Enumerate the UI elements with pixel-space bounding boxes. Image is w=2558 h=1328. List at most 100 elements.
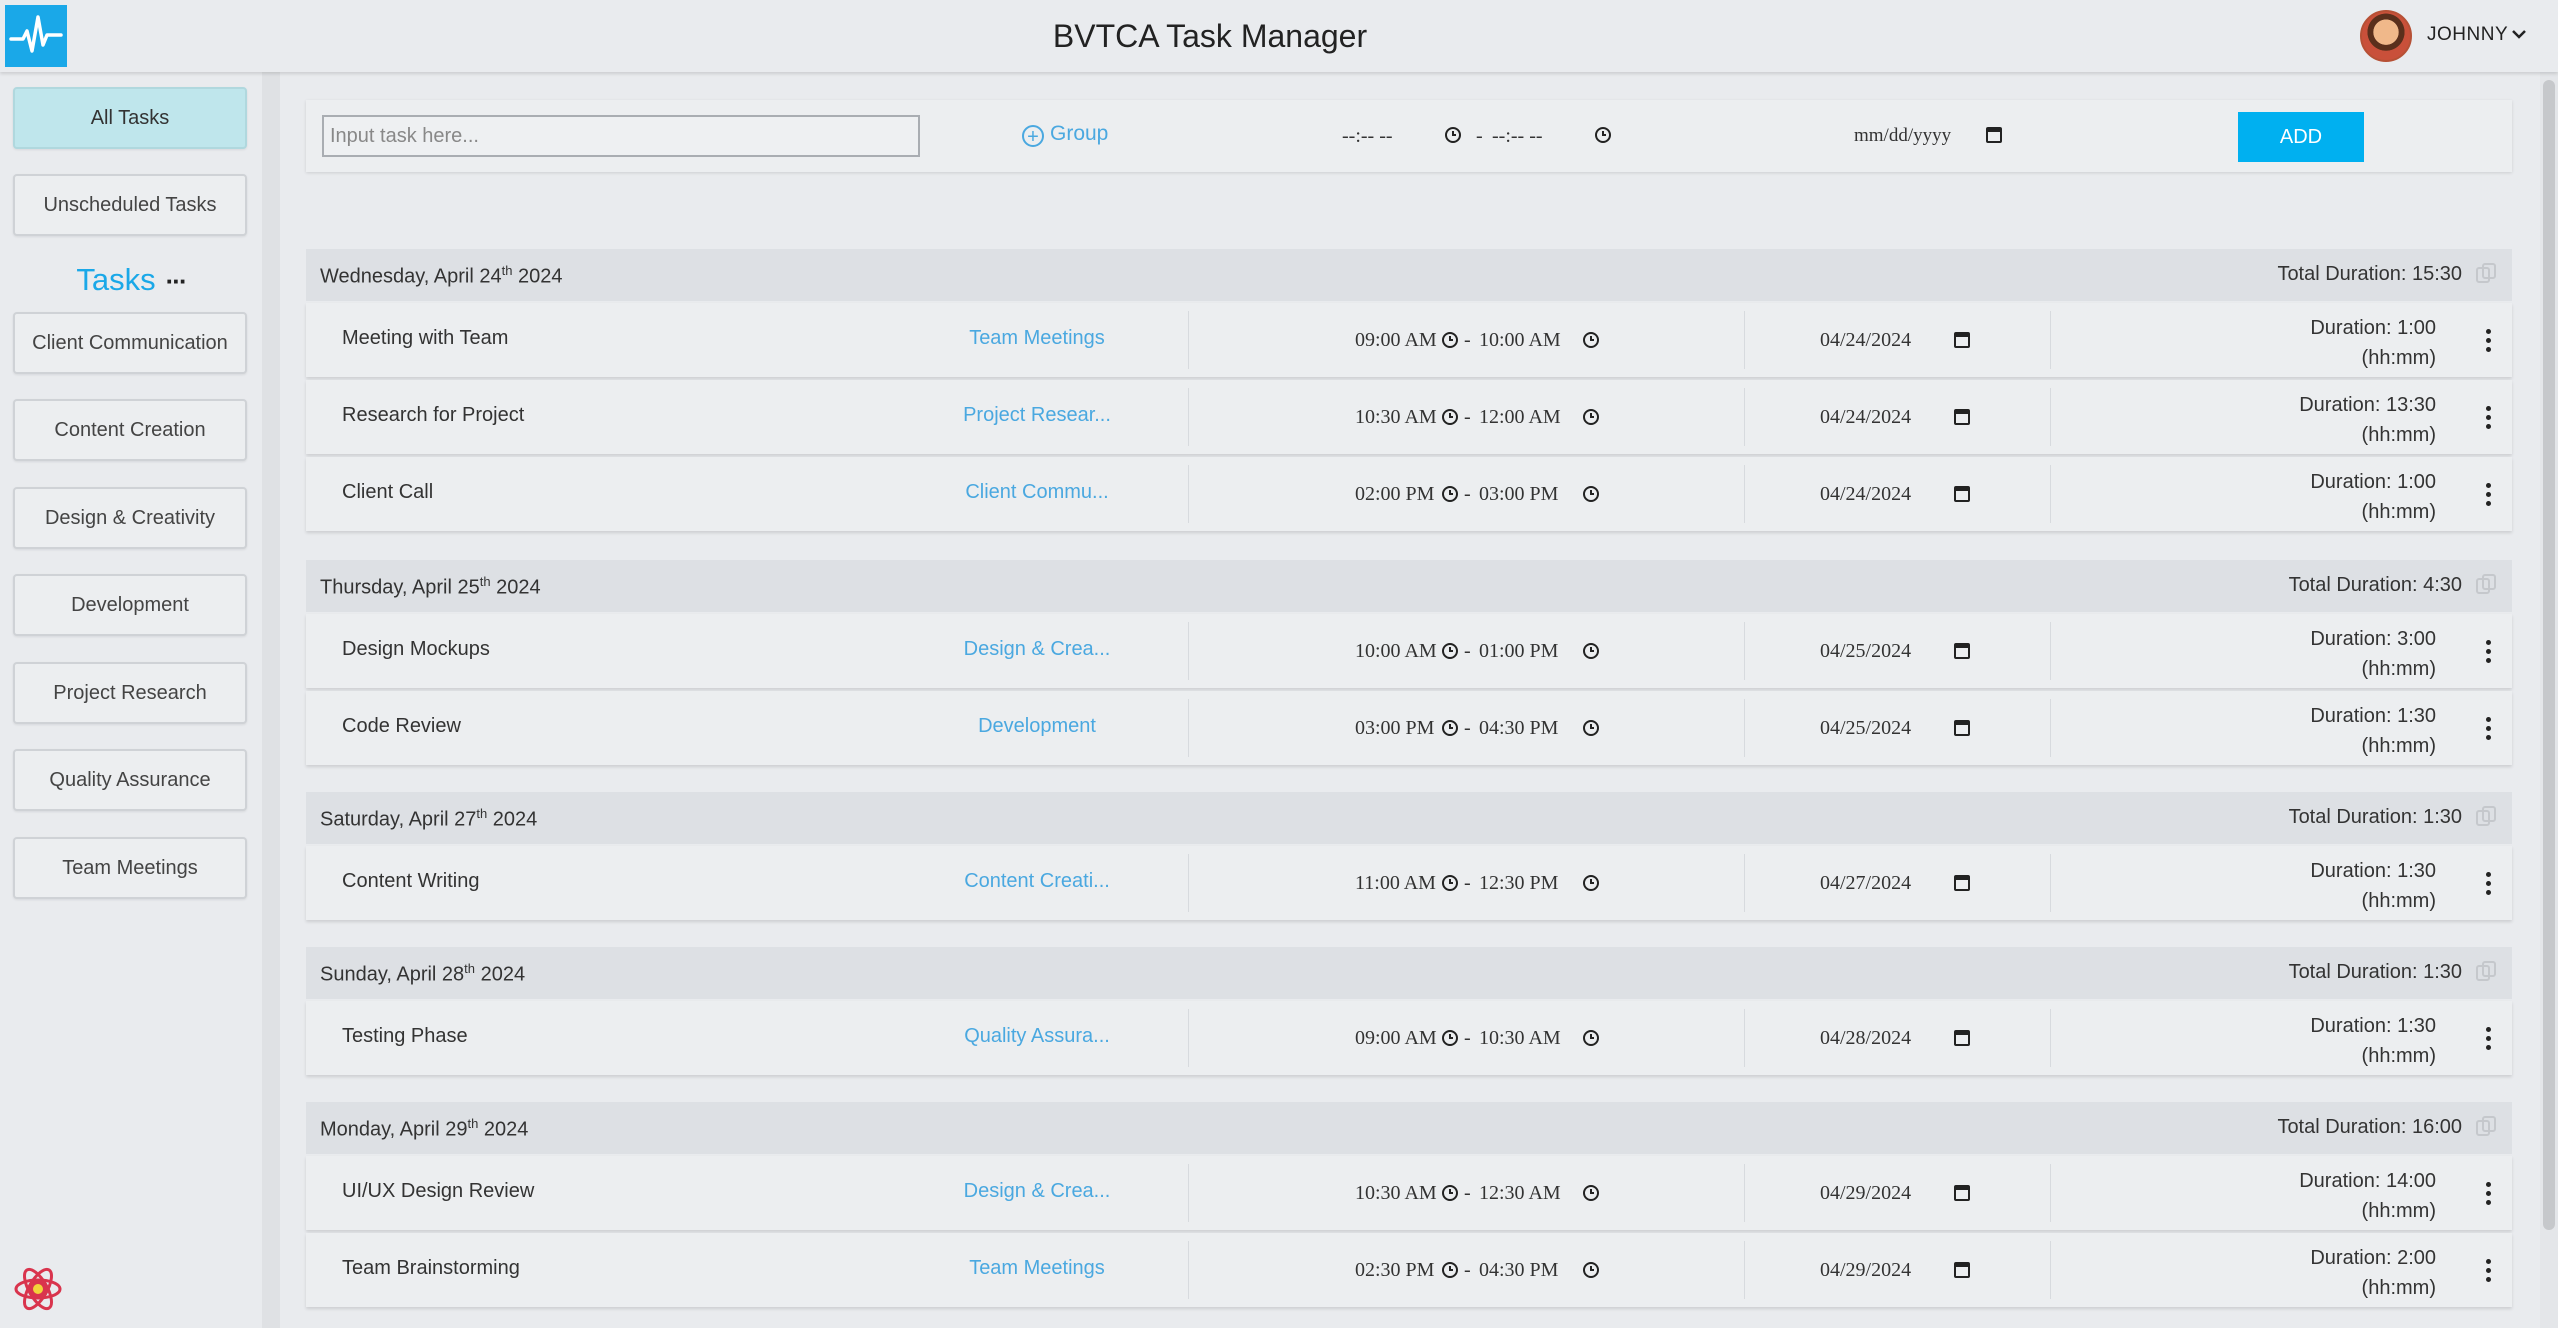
group-select-button[interactable]: + Group [1022, 122, 1108, 147]
task-group-link[interactable]: Design & Crea... [926, 638, 1148, 661]
start-time[interactable]: 02:30 PM [1355, 1259, 1434, 1282]
more-options-icon[interactable] [2486, 872, 2492, 896]
task-name[interactable]: Team Brainstorming [342, 1257, 520, 1280]
task-date[interactable]: 04/24/2024 [1820, 329, 1911, 352]
task-date[interactable]: 04/24/2024 [1820, 483, 1911, 506]
task-row[interactable]: Research for Project Project Resear... 10:… [306, 380, 2512, 454]
task-input[interactable] [322, 115, 920, 157]
task-name[interactable]: Meeting with Team [342, 327, 508, 350]
task-row[interactable]: Testing Phase Quality Assura... 09:00 AM -1… [306, 1001, 2512, 1075]
clock-icon[interactable] [1442, 720, 1458, 736]
task-row[interactable]: UI/UX Design Review Design & Crea... 10:30… [306, 1156, 2512, 1230]
clock-icon[interactable] [1583, 1185, 1599, 1201]
end-time[interactable]: 12:30 AM [1479, 1182, 1561, 1205]
clock-icon[interactable] [1442, 486, 1458, 502]
avatar[interactable] [2360, 10, 2412, 62]
task-name[interactable]: Design Mockups [342, 638, 490, 661]
calendar-icon[interactable] [1954, 486, 1970, 502]
task-row[interactable]: Code Review Development 03:00 PM -04:30 PM 0… [306, 691, 2512, 765]
task-group-link[interactable]: Quality Assura... [926, 1025, 1148, 1048]
end-time[interactable]: 10:30 AM [1479, 1027, 1561, 1050]
sidebar-item-content-creation[interactable]: Content Creation [13, 399, 247, 461]
task-row[interactable]: Design Mockups Design & Crea... 10:00 AM -0… [306, 614, 2512, 688]
more-options-icon[interactable] [2486, 640, 2492, 664]
task-date[interactable]: 04/24/2024 [1820, 406, 1911, 429]
start-time[interactable]: 03:00 PM [1355, 717, 1434, 740]
clock-icon[interactable] [1442, 409, 1458, 425]
task-date[interactable]: 04/27/2024 [1820, 872, 1911, 895]
sidebar-item-design-creativity[interactable]: Design & Creativity [13, 487, 247, 549]
task-row[interactable]: Content Writing Content Creati... 11:00 AM… [306, 846, 2512, 920]
clock-icon[interactable] [1442, 1185, 1458, 1201]
task-group-link[interactable]: Design & Crea... [926, 1180, 1148, 1203]
more-icon[interactable]: ··· [166, 266, 188, 296]
task-date[interactable]: 04/28/2024 [1820, 1027, 1911, 1050]
unscheduled-tasks-button[interactable]: Unscheduled Tasks [13, 174, 247, 236]
end-time[interactable]: 01:00 PM [1479, 640, 1558, 663]
chevron-down-icon[interactable] [2510, 25, 2528, 48]
task-name[interactable]: Content Writing [342, 870, 479, 893]
clock-icon[interactable] [1583, 332, 1599, 348]
start-time[interactable]: 02:00 PM [1355, 483, 1434, 506]
end-time-input[interactable]: --:-- -- [1492, 125, 1543, 148]
clock-icon[interactable] [1445, 127, 1461, 143]
task-group-link[interactable]: Development [926, 715, 1148, 738]
task-date[interactable]: 04/29/2024 [1820, 1259, 1911, 1282]
calendar-icon[interactable] [1954, 1030, 1970, 1046]
end-time[interactable]: 03:00 PM [1479, 483, 1558, 506]
calendar-icon[interactable] [1954, 409, 1970, 425]
calendar-icon[interactable] [1954, 1262, 1970, 1278]
task-name[interactable]: Code Review [342, 715, 461, 738]
clock-icon[interactable] [1442, 332, 1458, 348]
date-input[interactable]: mm/dd/yyyy [1854, 125, 1951, 147]
clock-icon[interactable] [1583, 486, 1599, 502]
start-time[interactable]: 10:00 AM [1355, 640, 1437, 663]
start-time[interactable]: 10:30 AM [1355, 406, 1437, 429]
clock-icon[interactable] [1583, 720, 1599, 736]
clock-icon[interactable] [1583, 875, 1599, 891]
more-options-icon[interactable] [2486, 406, 2492, 430]
copy-icon[interactable] [2476, 574, 2498, 596]
clock-icon[interactable] [1442, 1030, 1458, 1046]
start-time-input[interactable]: --:-- -- [1342, 125, 1393, 148]
copy-icon[interactable] [2476, 961, 2498, 983]
task-date[interactable]: 04/29/2024 [1820, 1182, 1911, 1205]
calendar-icon[interactable] [1954, 720, 1970, 736]
clock-icon[interactable] [1583, 1262, 1599, 1278]
clock-icon[interactable] [1595, 127, 1611, 143]
clock-icon[interactable] [1583, 1030, 1599, 1046]
sidebar-item-client-communication[interactable]: Client Communication [13, 312, 247, 374]
sidebar-item-team-meetings[interactable]: Team Meetings [13, 837, 247, 899]
more-options-icon[interactable] [2486, 1027, 2492, 1051]
start-time[interactable]: 09:00 AM [1355, 1027, 1437, 1050]
end-time[interactable]: 12:30 PM [1479, 872, 1558, 895]
all-tasks-button[interactable]: All Tasks [13, 87, 247, 149]
clock-icon[interactable] [1583, 409, 1599, 425]
clock-icon[interactable] [1442, 643, 1458, 659]
start-time[interactable]: 11:00 AM [1355, 872, 1436, 895]
add-button[interactable]: ADD [2238, 112, 2364, 162]
task-name[interactable]: Research for Project [342, 404, 524, 427]
task-date[interactable]: 04/25/2024 [1820, 717, 1911, 740]
end-time[interactable]: 10:00 AM [1479, 329, 1561, 352]
more-options-icon[interactable] [2486, 717, 2492, 741]
task-row[interactable]: Client Call Client Commu... 02:00 PM -03:00… [306, 457, 2512, 531]
more-options-icon[interactable] [2486, 329, 2492, 353]
task-group-link[interactable]: Team Meetings [926, 327, 1148, 350]
more-options-icon[interactable] [2486, 483, 2492, 507]
sidebar-item-development[interactable]: Development [13, 574, 247, 636]
task-group-link[interactable]: Project Resear... [926, 404, 1148, 427]
sidebar-scrollbar[interactable] [262, 72, 280, 1328]
end-time[interactable]: 04:30 PM [1479, 717, 1558, 740]
calendar-icon[interactable] [1954, 643, 1970, 659]
clock-icon[interactable] [1442, 875, 1458, 891]
clock-icon[interactable] [1442, 1262, 1458, 1278]
task-row[interactable]: Meeting with Team Team Meetings 09:00 AM -1… [306, 303, 2512, 377]
scrollbar-thumb[interactable] [2543, 80, 2555, 1230]
task-name[interactable]: Client Call [342, 481, 433, 504]
task-group-link[interactable]: Team Meetings [926, 1257, 1148, 1280]
copy-icon[interactable] [2476, 806, 2498, 828]
calendar-icon[interactable] [1986, 127, 2002, 143]
more-options-icon[interactable] [2486, 1259, 2492, 1283]
more-options-icon[interactable] [2486, 1182, 2492, 1206]
